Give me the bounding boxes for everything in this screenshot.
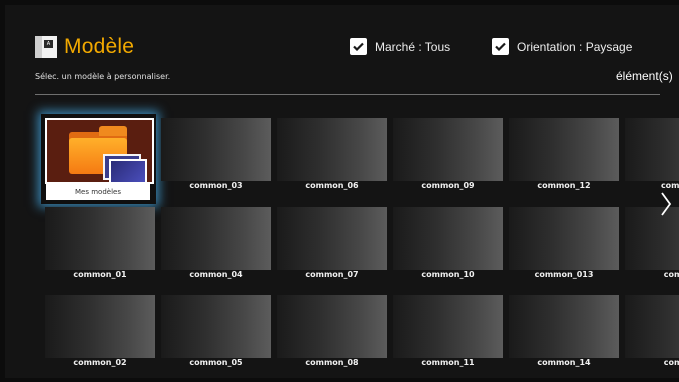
template-tile[interactable] — [277, 207, 387, 270]
market-filter-label: Marché : Tous — [375, 39, 451, 54]
display-frame: A Modèle Sélec. un modèle à personnalise… — [0, 0, 679, 382]
template-tile[interactable] — [625, 295, 679, 358]
template-label: common — [660, 181, 679, 190]
template-tile[interactable] — [509, 118, 619, 181]
template-label: common_08 — [305, 358, 359, 367]
chevron-right-icon[interactable] — [660, 191, 672, 217]
template-label: common_11 — [421, 358, 475, 367]
template-label: common_09 — [421, 181, 475, 190]
template-tile[interactable] — [161, 295, 271, 358]
template-tile[interactable] — [393, 207, 503, 270]
orientation-filter-label: Orientation : Paysage — [517, 39, 633, 54]
checkbox-icon — [350, 38, 367, 55]
template-tile[interactable] — [625, 118, 679, 181]
template-label: common_10 — [421, 270, 475, 279]
template-label: commo — [663, 270, 679, 279]
template-tile[interactable] — [509, 207, 619, 270]
template-label: common_01 — [73, 270, 127, 279]
template-label: common_04 — [189, 270, 243, 279]
template-label: commo — [663, 358, 679, 367]
template-label: common_06 — [305, 181, 359, 190]
template-screen: A Modèle Sélec. un modèle à personnalise… — [5, 5, 679, 378]
my-templates-label: Mes modèles — [46, 184, 150, 200]
template-label: common_12 — [537, 181, 591, 190]
template-tile[interactable] — [393, 118, 503, 181]
template-tile[interactable] — [393, 295, 503, 358]
template-icon: A — [35, 36, 57, 58]
template-tile[interactable] — [45, 207, 155, 270]
template-label: common_02 — [73, 358, 127, 367]
template-tile[interactable] — [277, 295, 387, 358]
my-templates-tile[interactable]: Mes modèles — [41, 114, 156, 204]
checkbox-icon — [492, 38, 509, 55]
template-tile[interactable] — [161, 207, 271, 270]
template-tile[interactable] — [277, 118, 387, 181]
page-header: A Modèle — [35, 35, 134, 59]
my-templates-thumbnail — [45, 118, 154, 184]
page-title: Modèle — [64, 35, 135, 58]
orientation-filter[interactable]: Orientation : Paysage — [492, 38, 632, 55]
item-count: élément(s) — [616, 69, 673, 83]
template-label: common_14 — [537, 358, 591, 367]
template-label: common_05 — [189, 358, 243, 367]
template-tile[interactable] — [45, 295, 155, 358]
header-divider — [35, 94, 660, 95]
template-label: common_07 — [305, 270, 359, 279]
template-tile[interactable] — [509, 295, 619, 358]
page-subtitle: Sélec. un modèle à personnaliser. — [35, 72, 171, 81]
template-label: common_03 — [189, 181, 243, 190]
template-tile[interactable] — [161, 118, 271, 181]
template-label: common_013 — [534, 270, 594, 279]
market-filter[interactable]: Marché : Tous — [350, 38, 450, 55]
